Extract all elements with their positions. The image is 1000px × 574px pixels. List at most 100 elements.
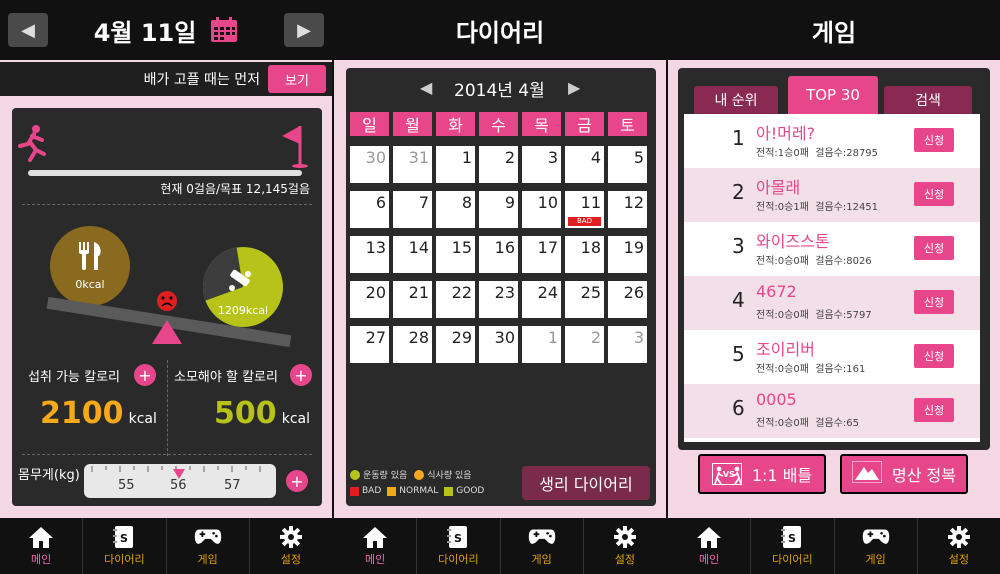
nav-game[interactable]: 게임 (835, 518, 918, 574)
nav-settings[interactable]: 설정 (584, 518, 666, 574)
challenge-button[interactable]: 신청 (914, 128, 954, 152)
calendar-day[interactable]: 14 (393, 236, 432, 273)
calendar-day[interactable]: 12 (608, 191, 647, 228)
weekday-header: 일 (350, 112, 389, 136)
calendar-day[interactable]: 9 (479, 191, 518, 228)
weight-tick-55: 55 (118, 478, 135, 493)
gamepad-icon (528, 525, 556, 549)
calendar-day[interactable]: 23 (479, 281, 518, 318)
calendar-day[interactable]: 17 (522, 236, 561, 273)
next-month-icon[interactable]: ▶ (568, 78, 580, 97)
nav-main[interactable]: 메인 (334, 518, 418, 574)
calendar-day[interactable]: 8 (436, 191, 475, 228)
calendar-day[interactable]: 30 (350, 146, 389, 183)
calendar-day[interactable]: 31 (393, 146, 432, 183)
legend-bad: BAD (362, 486, 382, 496)
calendar-day[interactable]: 2 (479, 146, 518, 183)
intake-value: 2100 (40, 396, 124, 431)
tab-top30[interactable]: TOP 30 (788, 76, 878, 114)
player-name[interactable]: 0005 (756, 390, 797, 409)
weight-ruler[interactable]: 55 56 57 (84, 464, 276, 498)
calendar-day[interactable]: 26 (608, 281, 647, 318)
period-diary-button[interactable]: 생리 다이어리 (522, 466, 650, 500)
weight-add-button[interactable]: + (286, 470, 308, 492)
calendar-day[interactable]: 11 BAD (565, 191, 604, 228)
svg-text:S: S (454, 532, 462, 545)
calendar-day[interactable]: 3 (608, 326, 647, 363)
player-name[interactable]: 4672 (756, 282, 797, 301)
diary-icon: S (444, 525, 472, 549)
main-header: ◀ 4월 11일 ▶ (0, 0, 332, 60)
prev-month-icon[interactable]: ◀ (420, 78, 432, 97)
calendar-day[interactable]: 28 (393, 326, 432, 363)
day-number: 26 (623, 283, 644, 302)
rank-number: 1 (732, 126, 745, 150)
calendar-day[interactable]: 3 (522, 146, 561, 183)
next-day-button[interactable]: ▶ (284, 13, 324, 47)
burn-chart: 1209kcal (202, 246, 284, 328)
calendar-day[interactable]: 4 (565, 146, 604, 183)
nav-settings[interactable]: 설정 (250, 518, 332, 574)
intake-add-button[interactable]: + (134, 364, 156, 386)
nav-settings[interactable]: 설정 (918, 518, 1000, 574)
calendar-day[interactable]: 2 (565, 326, 604, 363)
day-number: 28 (408, 328, 429, 347)
nav-main[interactable]: 메인 (0, 518, 84, 574)
conquer-label: 명산 정복 (892, 466, 956, 485)
home-icon (695, 525, 723, 549)
calendar-day[interactable]: 18 (565, 236, 604, 273)
tab-my-rank[interactable]: 내 순위 (694, 86, 778, 114)
tab-search[interactable]: 검색 (884, 86, 972, 114)
day-number: 2 (504, 148, 515, 167)
calendar-day[interactable]: 25 (565, 281, 604, 318)
tip-view-button[interactable]: 보기 (268, 65, 326, 93)
calendar-day[interactable]: 27 (350, 326, 389, 363)
prev-day-button[interactable]: ◀ (8, 13, 48, 47)
nav-diary[interactable]: S 다이어리 (417, 518, 501, 574)
nav-diary[interactable]: S 다이어리 (83, 518, 167, 574)
player-name[interactable]: 아!머레? (756, 120, 815, 144)
calendar-icon[interactable] (210, 17, 238, 43)
challenge-button[interactable]: 신청 (914, 398, 954, 422)
calendar-day[interactable]: 20 (350, 281, 389, 318)
nav-diary[interactable]: S 다이어리 (751, 518, 835, 574)
calendar-day[interactable]: 30 (479, 326, 518, 363)
nav-game[interactable]: 게임 (501, 518, 584, 574)
day-number: 30 (494, 328, 515, 347)
player-name[interactable]: 와이즈스톤 (756, 228, 830, 252)
conquer-button[interactable]: 명산 정복 (840, 454, 968, 494)
main-screen: ◀ 4월 11일 ▶ 배가 고플 때는 먼저 보기 현재 0걸음/목표 12,1… (0, 0, 332, 574)
calendar-day[interactable]: 22 (436, 281, 475, 318)
challenge-button[interactable]: 신청 (914, 344, 954, 368)
calendar-day[interactable]: 21 (393, 281, 432, 318)
gear-icon (945, 525, 973, 549)
gamepad-icon (862, 525, 890, 549)
calendar-day[interactable]: 24 (522, 281, 561, 318)
date-title: 4월 11일 (93, 18, 197, 47)
burn-add-button[interactable]: + (290, 364, 312, 386)
player-stats: 전적:1승0패 걸음수:28795 (756, 148, 879, 159)
day-number: 16 (494, 238, 515, 257)
challenge-button[interactable]: 신청 (914, 182, 954, 206)
calendar-day[interactable]: 13 (350, 236, 389, 273)
calendar-day[interactable]: 15 (436, 236, 475, 273)
battle-button[interactable]: VS 1:1 배틀 (698, 454, 826, 494)
challenge-button[interactable]: 신청 (914, 236, 954, 260)
player-name[interactable]: 조이리버 (756, 336, 815, 360)
calendar-day[interactable]: 1 (522, 326, 561, 363)
calendar-day[interactable]: 19 (608, 236, 647, 273)
calendar-day[interactable]: 29 (436, 326, 475, 363)
calendar-day[interactable]: 5 (608, 146, 647, 183)
player-name[interactable]: 아몰래 (756, 174, 800, 198)
calendar-day[interactable]: 7 (393, 191, 432, 228)
nav-main[interactable]: 메인 (668, 518, 752, 574)
challenge-button[interactable]: 신청 (914, 290, 954, 314)
fork-knife-icon (76, 240, 104, 276)
nav-game[interactable]: 게임 (167, 518, 250, 574)
calendar-day[interactable]: 1 (436, 146, 475, 183)
calendar-day[interactable]: 10 (522, 191, 561, 228)
calendar-day[interactable]: 16 (479, 236, 518, 273)
day-number: 7 (418, 193, 429, 212)
nav-label: 게임 (531, 553, 552, 566)
calendar-day[interactable]: 6 (350, 191, 389, 228)
